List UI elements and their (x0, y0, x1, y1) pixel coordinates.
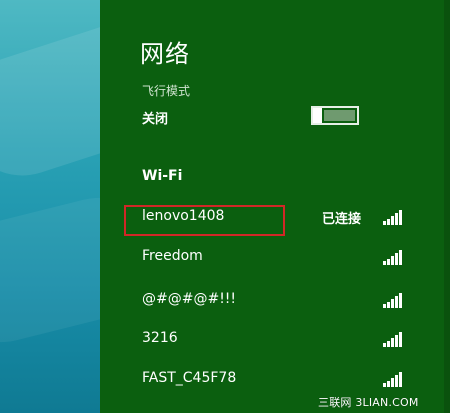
wifi-signal-icon (383, 332, 402, 347)
toggle-thumb[interactable] (313, 108, 322, 123)
wifi-section-heading: Wi-Fi (142, 168, 183, 184)
wifi-signal-icon (383, 293, 402, 308)
network-name: FAST_C45F78 (142, 370, 237, 386)
watermark-text-cn: 三联网 (318, 396, 352, 409)
network-name: Freedom (142, 248, 203, 264)
site-watermark: 三联网 3LIAN.COM (318, 394, 419, 410)
toggle-track (324, 110, 355, 121)
wifi-signal-icon (383, 210, 402, 225)
wifi-network-item[interactable]: 3216 (126, 322, 411, 356)
wifi-signal-icon (383, 372, 402, 387)
wifi-signal-icon (383, 250, 402, 265)
wifi-network-item[interactable]: @#@#@#!!! (126, 283, 411, 317)
desktop-light-streak (0, 8, 100, 192)
network-name: lenovo1408 (142, 208, 225, 224)
desktop-light-streak (0, 185, 100, 355)
panel-scroll-edge (444, 0, 450, 413)
panel-title: 网络 (140, 40, 190, 68)
desktop-background (0, 0, 100, 413)
watermark-text-en: 3LIAN.COM (355, 396, 419, 409)
network-settings-panel: 网络 飞行模式 关闭 Wi-Fi lenovo1408 已连接 Freedom … (100, 0, 444, 413)
wifi-network-item[interactable]: FAST_C45F78 (126, 362, 411, 396)
airplane-mode-state: 关闭 (142, 112, 169, 127)
wifi-network-item[interactable]: lenovo1408 已连接 (126, 200, 411, 234)
airplane-mode-toggle[interactable] (311, 106, 359, 125)
wifi-network-item[interactable]: Freedom (126, 240, 411, 274)
network-name: 3216 (142, 330, 178, 346)
airplane-mode-label: 飞行模式 (142, 84, 191, 98)
connection-status: 已连接 (322, 212, 362, 227)
network-name: @#@#@#!!! (142, 291, 237, 307)
